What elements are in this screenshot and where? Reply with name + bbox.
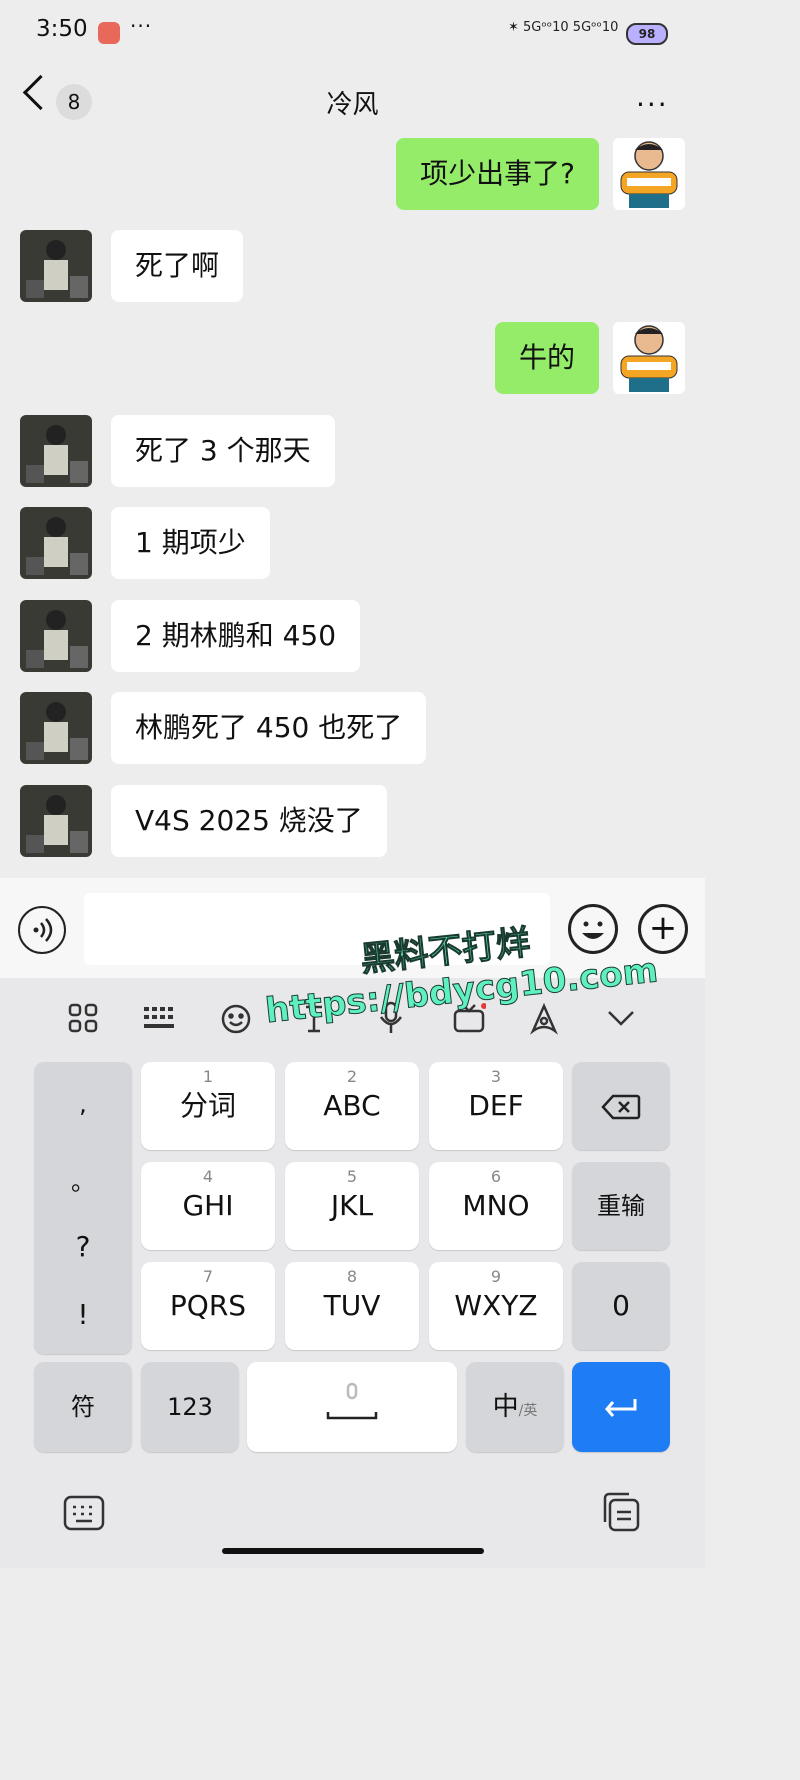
collapse-chevron-icon[interactable] <box>606 1008 636 1032</box>
key-tuv[interactable]: 8 TUV <box>285 1262 419 1350</box>
key-label: TUV <box>323 1289 381 1322</box>
battery-level: 98 <box>638 27 656 41</box>
key-number: 4 <box>202 1167 214 1186</box>
reenter-key[interactable]: 重输 <box>572 1162 670 1250</box>
message-bubble-received[interactable]: 死了 3 个那天 <box>111 415 335 487</box>
message-bubble-received[interactable]: 1 期项少 <box>111 507 270 579</box>
key-number: 6 <box>490 1167 502 1186</box>
message-bubble-received[interactable]: 死了啊 <box>111 230 244 302</box>
enter-key[interactable] <box>572 1362 670 1452</box>
key-label: ABC <box>323 1089 381 1122</box>
key-mno[interactable]: 6 MNO <box>429 1162 563 1250</box>
skin-theme-icon[interactable] <box>528 1002 560 1039</box>
apps-grid-icon[interactable] <box>68 1003 98 1037</box>
key-label: PQRS <box>169 1289 247 1322</box>
numbers-key[interactable]: 123 <box>141 1362 239 1452</box>
key-label: JKL <box>330 1189 374 1222</box>
message-bubble-received[interactable]: 2 期林鹏和 450 <box>111 600 361 672</box>
clipboard-icon[interactable] <box>600 1490 644 1538</box>
message-bubble-received[interactable]: V4S 2025 烧没了 <box>111 785 387 857</box>
more-notifications-icon: ··· <box>130 14 153 38</box>
key-number: 2 <box>346 1067 358 1086</box>
notification-icon <box>98 22 120 44</box>
status-bar: 3:50 ··· ✶ 5Gᵒᵒ10 5Gᵒᵒ10 98 <box>0 0 705 64</box>
language-toggle-key[interactable]: 中/英 <box>466 1362 564 1452</box>
contact-avatar[interactable] <box>20 230 92 302</box>
contact-avatar[interactable] <box>20 507 92 579</box>
contact-avatar[interactable] <box>20 692 92 764</box>
punct-key-question[interactable]: ? <box>34 1230 132 1263</box>
emoji-toolbar-icon[interactable] <box>220 1003 252 1039</box>
key-label: MNO <box>462 1189 530 1222</box>
more-options-icon[interactable]: ··· <box>636 88 669 121</box>
key-ghi[interactable]: 4 GHI <box>141 1162 275 1250</box>
key-pqrs[interactable]: 7 PQRS <box>141 1262 275 1350</box>
keyboard-layout-icon[interactable] <box>142 1005 176 1035</box>
signal-icons: ✶ 5Gᵒᵒ10 5Gᵒᵒ10 <box>508 20 619 35</box>
key-label: DEF <box>468 1089 524 1122</box>
key-label: WXYZ <box>454 1289 538 1322</box>
chat-title: 冷风 <box>326 90 379 120</box>
message-bubble-sent[interactable]: 牛的 <box>494 322 599 394</box>
key-fenci[interactable]: 1 分词 <box>141 1062 275 1150</box>
punct-key-period[interactable]: 。 <box>34 1162 132 1197</box>
key-label: GHI <box>182 1189 234 1222</box>
home-indicator <box>222 1548 484 1554</box>
lang-main: 中 <box>492 1392 519 1422</box>
message-bubble-sent[interactable]: 项少出事了? <box>396 138 599 210</box>
my-avatar[interactable] <box>613 322 685 394</box>
key-number: 7 <box>202 1267 214 1286</box>
contact-avatar[interactable] <box>20 785 92 857</box>
key-number: 1 <box>202 1067 214 1086</box>
delete-key[interactable] <box>572 1062 670 1150</box>
symbols-key[interactable]: 符 <box>34 1362 132 1452</box>
contact-avatar[interactable] <box>20 600 92 672</box>
key-number: 9 <box>490 1267 502 1286</box>
space-key[interactable] <box>247 1362 457 1452</box>
status-time: 3:50 <box>36 16 88 42</box>
key-wxyz[interactable]: 9 WXYZ <box>429 1262 563 1350</box>
punct-key-comma[interactable]: , <box>34 1090 132 1118</box>
punctuation-column: , 。 ? ! <box>34 1062 132 1354</box>
key-number: 5 <box>346 1167 358 1186</box>
key-number: 8 <box>346 1267 358 1286</box>
key-label: 分词 <box>179 1089 236 1122</box>
key-number: 3 <box>490 1067 502 1086</box>
voice-input-icon[interactable] <box>18 906 66 954</box>
keyboard-switch-icon[interactable] <box>62 1494 106 1536</box>
my-avatar[interactable] <box>613 138 685 210</box>
key-jkl[interactable]: 5 JKL <box>285 1162 419 1250</box>
message-bubble-received[interactable]: 林鹏死了 450 也死了 <box>111 692 427 764</box>
punct-key-exclaim[interactable]: ! <box>34 1298 132 1331</box>
battery-icon: 98 <box>626 23 668 45</box>
contact-avatar[interactable] <box>20 415 92 487</box>
lang-sub: /英 <box>518 1403 538 1419</box>
key-def[interactable]: 3 DEF <box>429 1062 563 1150</box>
key-abc[interactable]: 2 ABC <box>285 1062 419 1150</box>
zero-key[interactable]: 0 <box>572 1262 670 1350</box>
